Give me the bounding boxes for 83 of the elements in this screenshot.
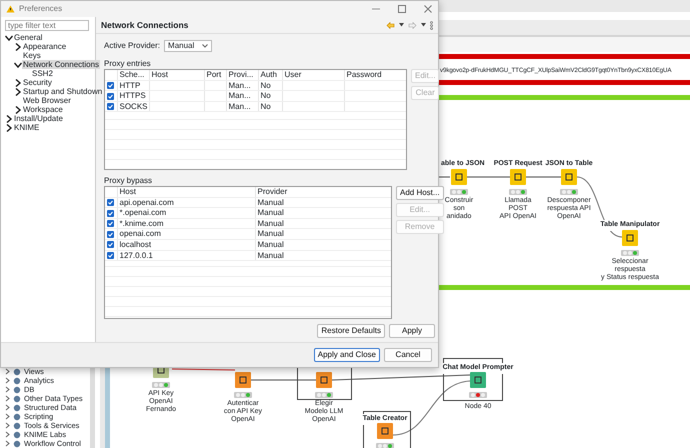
expand-icon[interactable] (14, 78, 22, 86)
table-cell: Man... (226, 101, 258, 112)
checkbox[interactable] (107, 92, 114, 100)
connection-line (438, 176, 450, 178)
tree-item[interactable]: Security (22, 78, 53, 88)
table-cell: Manual (255, 208, 391, 218)
action-button[interactable]: Add Host... (396, 186, 444, 200)
column-header[interactable]: Provider (255, 187, 391, 198)
section-label: Proxy entries (104, 59, 152, 69)
table-cell: openai.com (117, 228, 255, 240)
node-icon[interactable] (622, 230, 638, 246)
table-cell: HTTPS (117, 90, 149, 102)
node-icon[interactable] (235, 372, 251, 388)
node-icon[interactable] (470, 372, 486, 388)
warning-icon (6, 5, 15, 13)
node-icon[interactable] (451, 169, 467, 185)
checkbox[interactable] (107, 210, 114, 217)
checkbox[interactable] (107, 230, 114, 238)
tree-item[interactable]: Appearance (22, 42, 68, 52)
maximize-icon[interactable] (397, 5, 407, 13)
expand-icon[interactable] (5, 34, 13, 42)
checkbox[interactable] (107, 241, 114, 248)
column-header[interactable]: Provi... (226, 70, 258, 80)
table-cell: localhost (117, 239, 255, 250)
section-label: Proxy bypass (104, 176, 154, 186)
tree-item[interactable]: Install/Update (13, 114, 64, 124)
column-header[interactable]: Port (204, 70, 226, 80)
expand-icon[interactable] (14, 106, 22, 114)
caret-icon[interactable] (399, 23, 404, 27)
expand-icon[interactable] (14, 42, 22, 50)
expand-icon[interactable] (14, 88, 22, 96)
node-icon[interactable] (510, 169, 526, 185)
checkbox[interactable] (107, 103, 114, 110)
column-header[interactable]: Host (117, 187, 255, 198)
table-cell: Manual (255, 250, 391, 261)
table-cell: No (258, 90, 282, 102)
connection-line (172, 368, 236, 370)
table-cell: No (258, 101, 282, 112)
table-cell: Man... (226, 90, 258, 102)
connection-line (466, 176, 510, 178)
tree-item[interactable]: General (13, 32, 44, 42)
node-icon[interactable] (561, 169, 577, 185)
node-icon[interactable] (377, 423, 393, 439)
action-button[interactable]: Cancel (384, 348, 432, 362)
action-button[interactable]: Apply (389, 324, 435, 338)
checkbox[interactable] (107, 198, 114, 206)
table-cell: 127.0.0.1 (117, 250, 255, 261)
connection-line (526, 176, 562, 178)
checkbox[interactable] (107, 252, 114, 259)
menu-icon[interactable] (430, 20, 433, 30)
tree-item[interactable]: Web Browser (22, 96, 72, 106)
caret-icon[interactable] (421, 23, 426, 27)
field-label: Active Provider: (104, 41, 160, 51)
table-cell: Manual (255, 239, 391, 250)
checkbox[interactable] (107, 220, 114, 228)
expand-icon[interactable] (5, 114, 13, 122)
tree-item[interactable]: Startup and Shutdown (22, 86, 104, 96)
table-cell: SOCKS (117, 101, 149, 112)
table-cell: *.openai.com (117, 208, 255, 218)
tree-item[interactable]: Workspace (22, 104, 64, 114)
tree-item[interactable]: Network Connections (22, 60, 100, 70)
tree-item[interactable]: Keys (22, 50, 42, 60)
tree-item[interactable]: SSH2 (31, 68, 54, 78)
filter-field[interactable]: type filter text (5, 20, 89, 31)
page-title: Network Connections (101, 20, 190, 30)
column-header[interactable]: Auth (258, 70, 282, 80)
expand-icon[interactable] (14, 60, 22, 68)
column-header[interactable]: Sche... (117, 70, 149, 80)
checkbox[interactable] (107, 82, 114, 89)
tree-item[interactable]: KNIME (13, 122, 40, 132)
table-cell: Manual (255, 228, 391, 240)
action-button[interactable]: Apply and Close (314, 348, 380, 362)
column-header[interactable]: Host (149, 70, 204, 80)
provider-dropdown[interactable]: Manual (164, 40, 212, 52)
action-button[interactable]: Restore Defaults (317, 324, 385, 338)
node-icon[interactable] (316, 372, 332, 388)
close-icon[interactable] (423, 5, 433, 13)
column-header[interactable]: Password (344, 70, 406, 80)
column-header[interactable]: User (282, 70, 344, 80)
back-icon[interactable] (386, 22, 395, 28)
expand-icon[interactable] (5, 124, 13, 132)
chevron-icon (202, 44, 208, 48)
window-title: Preferences (19, 4, 64, 14)
